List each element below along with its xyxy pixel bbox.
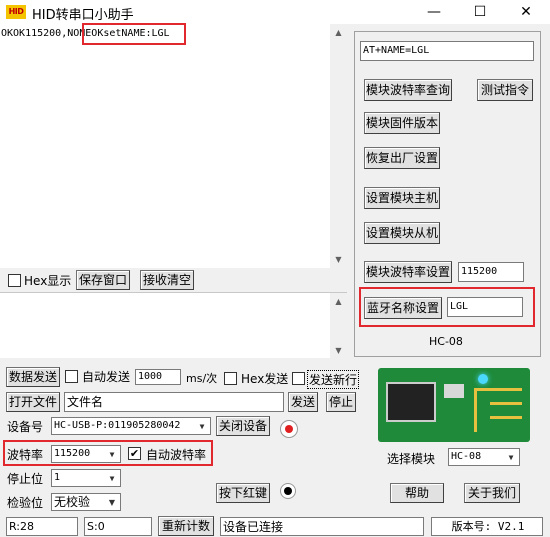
send-textarea[interactable]: ▲ ▼ [0,292,347,359]
set-slave-button[interactable]: 设置模块从机 [364,222,440,244]
file-name-input[interactable]: 文件名 [64,392,284,412]
open-file-button[interactable]: 打开文件 [6,392,60,412]
baud-select-value: 115200 [54,448,91,459]
send-scroll-down-icon[interactable]: ▼ [330,342,347,359]
scroll-down-icon[interactable]: ▼ [330,251,347,268]
chevron-down-icon: ▼ [105,495,119,509]
device-label: 设备号 [7,420,44,434]
stop-button[interactable]: 停止 [326,392,356,412]
set-bt-name-button[interactable]: 蓝牙名称设置 [364,297,442,319]
app-icon: HID [6,5,26,19]
bluetooth-module-image [378,368,530,442]
baud-input[interactable]: 115200 [458,262,524,282]
minimize-button[interactable]: — [411,0,457,24]
help-button[interactable]: 帮助 [390,483,444,503]
rx-count: R:28 [6,517,78,536]
parity-value: 无校验 [54,495,91,509]
title-bar: HID HID转串口小助手 — ☐ ✕ [0,0,550,24]
factory-reset-button[interactable]: 恢复出厂设置 [364,147,440,169]
module-model-label: HC-08 [429,335,463,348]
bt-name-input[interactable]: LGL [447,297,523,317]
set-baud-button[interactable]: 模块波特率设置 [364,261,452,283]
baud-select[interactable]: 115200 ▼ [51,445,121,463]
maximize-button[interactable]: ☐ [457,0,503,24]
highlight-box-receive [82,23,186,45]
interval-unit: ms/次 [186,372,218,385]
press-red-key-button[interactable]: 按下红键 [216,483,270,503]
window-title: HID转串口小助手 [32,8,134,23]
send-newline-checkbox[interactable] [292,372,305,385]
blue-led-icon [478,374,488,384]
auto-send-label: 自动发送 [82,370,131,384]
at-command-input[interactable]: AT+NAME=LGL [360,41,534,61]
chevron-down-icon: ▼ [105,447,119,461]
hex-display-label: Hex显示 [24,274,72,288]
radio-icon [280,483,296,499]
hex-send-label: Hex发送 [241,372,289,386]
connection-status: 设备已连接 [220,517,424,536]
send-scrollbar[interactable]: ▲ ▼ [330,293,347,359]
baud-label: 波特率 [7,448,44,462]
auto-baud-label: 自动波特率 [146,448,207,462]
firmware-version-button[interactable]: 模块固件版本 [364,112,440,134]
stop-bits-select[interactable]: 1 ▼ [51,469,121,487]
stop-bits-value: 1 [54,472,61,483]
interval-input[interactable]: 1000 [135,369,181,385]
antenna-trace [490,416,522,419]
query-baud-button[interactable]: 模块波特率查询 [364,79,452,101]
at-command-panel: AT+NAME=LGL 模块波特率查询 测试指令 模块固件版本 恢复出厂设置 设… [354,31,541,357]
scroll-up-icon[interactable]: ▲ [330,24,347,41]
stop-bits-label: 停止位 [7,472,44,486]
hex-display-checkbox[interactable] [8,274,21,287]
device-select-value: HC-USB-P:011905280042 [54,420,181,431]
send-newline-label: 发送新行 [307,370,360,389]
select-module-label: 选择模块 [387,452,436,466]
receive-textarea[interactable]: OKOK115200,NONEOKsetNAME:LGL ▲ ▼ [0,23,347,268]
chevron-down-icon: ▼ [195,419,209,433]
antenna-trace [490,402,522,405]
clear-receive-button[interactable]: 接收清空 [140,270,194,290]
chevron-down-icon: ▼ [504,450,518,464]
tx-count: S:0 [84,517,152,536]
parity-select[interactable]: 无校验 ▼ [51,493,121,511]
chevron-down-icon: ▼ [105,471,119,485]
hex-send-checkbox[interactable] [224,372,237,385]
close-button[interactable]: ✕ [503,0,549,24]
status-led-icon [280,420,298,438]
version-label: 版本号: V2.1 [431,517,543,536]
auto-send-checkbox[interactable] [65,370,78,383]
send-button[interactable]: 发送 [288,392,318,412]
module-select-value: HC-08 [451,451,482,462]
led-dot-icon [285,425,293,433]
crystal-icon [444,384,464,398]
test-command-button[interactable]: 测试指令 [477,79,533,101]
chip-icon [386,382,436,422]
save-window-button[interactable]: 保存窗口 [76,270,130,290]
recount-button[interactable]: 重新计数 [158,516,214,536]
device-select[interactable]: HC-USB-P:011905280042 ▼ [51,417,211,435]
about-button[interactable]: 关于我们 [464,483,520,503]
receive-scrollbar[interactable]: ▲ ▼ [330,24,347,268]
auto-baud-checkbox[interactable]: ✔ [128,447,141,460]
send-scroll-up-icon[interactable]: ▲ [330,293,347,310]
parity-label: 检验位 [7,496,44,510]
radio-dot-icon [284,487,292,495]
send-data-button[interactable]: 数据发送 [6,367,60,387]
antenna-icon [474,388,522,432]
set-master-button[interactable]: 设置模块主机 [364,187,440,209]
module-select[interactable]: HC-08 ▼ [448,448,520,466]
close-device-button[interactable]: 关闭设备 [216,416,270,436]
